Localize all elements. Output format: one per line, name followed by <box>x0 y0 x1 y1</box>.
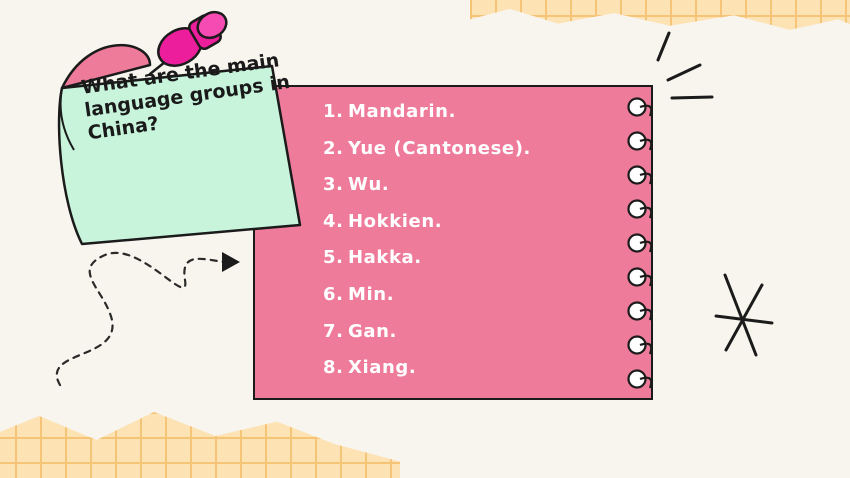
spiral-ring-icon <box>627 301 653 321</box>
spiral-ring-icon <box>627 131 653 151</box>
list-item-number: 5. <box>323 247 344 269</box>
list-item: 1. Mandarin. <box>323 94 531 131</box>
list-item-number: 3. <box>323 174 344 196</box>
list-item-text: Gan. <box>348 320 397 342</box>
list-item: 2. Yue (Cantonese). <box>323 131 531 168</box>
list-item-text: Mandarin. <box>348 101 457 122</box>
list-item-number: 4. <box>323 210 344 232</box>
list-item-text: Yue (Cantonese). <box>348 137 531 159</box>
list-item-number: 2. <box>323 137 344 159</box>
dashed-arrow-icon <box>55 251 240 387</box>
list-item: 3. Wu. <box>323 167 531 204</box>
spiral-binding <box>627 97 653 389</box>
burst-lines-icon <box>656 31 714 100</box>
list-item-number: 1. <box>323 101 344 122</box>
spiral-ring-icon <box>627 233 653 253</box>
list-item: 4. Hokkien. <box>323 204 531 241</box>
language-list: 1. Mandarin. 2. Yue (Cantonese). 3. Wu. 4. Hokk… <box>323 94 531 387</box>
list-item-text: Xiang. <box>348 357 417 379</box>
spiral-ring-icon <box>627 97 653 117</box>
spiral-ring-icon <box>627 369 653 389</box>
list-item-number: 7. <box>323 320 344 342</box>
spiral-ring-icon <box>627 335 653 355</box>
list-item: 5. Hakka. <box>323 240 531 277</box>
list-item-text: Wu. <box>348 174 390 196</box>
list-item-number: 6. <box>323 283 344 305</box>
list-item-number: 8. <box>323 357 344 379</box>
list-item-text: Min. <box>348 283 395 305</box>
list-item: 8. Xiang. <box>323 350 531 387</box>
list-item: 6. Min. <box>323 277 531 314</box>
list-item-text: Hakka. <box>348 247 422 269</box>
list-item-text: Hokkien. <box>348 210 443 232</box>
slide: What are the main language groups in Chi… <box>0 0 850 478</box>
spiral-ring-icon <box>627 267 653 287</box>
spiral-ring-icon <box>627 165 653 185</box>
spiral-ring-icon <box>627 199 653 219</box>
list-item: 7. Gan. <box>323 314 531 351</box>
asterisk-icon <box>714 273 774 357</box>
